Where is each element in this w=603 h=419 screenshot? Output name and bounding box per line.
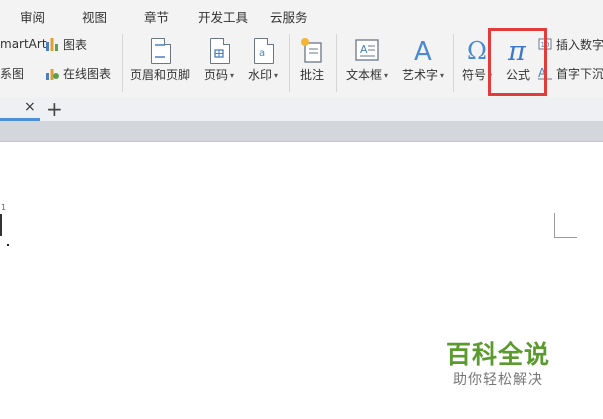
wordart-label: 艺术字 (401, 68, 438, 82)
add-tab-icon[interactable]: + (46, 97, 63, 121)
insert-number-label: 插入数字 (556, 37, 603, 52)
ribbon-tabs: 审阅 视图 章节 开发工具 云服务 (0, 0, 603, 30)
smartart-button[interactable]: martArt (0, 35, 47, 53)
comment-label: 批注 (299, 68, 324, 82)
watermark-logo-text: 百科全说 (446, 340, 551, 369)
wordart-icon: A (410, 36, 436, 67)
textbox-button[interactable]: A 文本框 ▾ (340, 34, 394, 92)
chevron-down-icon: ▾ (274, 71, 279, 80)
group-divider (122, 34, 123, 92)
svg-text:a: a (259, 48, 265, 59)
chevron-down-icon: ▾ (230, 71, 235, 80)
watermark-button[interactable]: a 水印 ▾ (242, 34, 284, 92)
svg-text:A: A (360, 43, 368, 56)
paragraph-dot (7, 244, 9, 246)
group-divider (453, 34, 454, 92)
tab-chapter[interactable]: 章节 (144, 7, 169, 26)
omega-icon: Ω (464, 36, 490, 65)
page-number-label: 页码 (203, 68, 228, 82)
close-icon[interactable]: × (24, 99, 36, 115)
smartart-label: martArt (0, 37, 47, 51)
tab-developer[interactable]: 开发工具 (198, 7, 248, 26)
relation-chart-label: 系图 (0, 66, 25, 81)
online-chart-button[interactable]: 在线图表 (45, 64, 111, 82)
ribbon: 审阅 视图 章节 开发工具 云服务 martArt 图表 系图 在线图表 页眉和… (0, 0, 603, 97)
symbol-label: 符号 (461, 68, 486, 82)
insert-number-button[interactable]: 10 插入数字 (538, 35, 603, 53)
chevron-down-icon: ▾ (384, 71, 389, 80)
page-number-marker: 1 (1, 203, 7, 212)
ruler-band (0, 121, 603, 142)
textbox-icon: A (354, 36, 380, 64)
relation-chart-button[interactable]: 系图 (0, 64, 24, 82)
chart-label: 图表 (63, 37, 88, 52)
chevron-down-icon: ▾ (440, 71, 445, 80)
comment-button[interactable]: 批注 (292, 34, 332, 92)
watermark-icon: a (250, 36, 276, 64)
group-divider (289, 34, 290, 92)
header-footer-label: 页眉和页脚 (129, 68, 190, 82)
text-cursor (0, 214, 2, 236)
document-tab-bar: × + (0, 97, 603, 121)
svg-text:A: A (414, 37, 432, 64)
watermark-label: 水印 (247, 68, 272, 82)
tab-view[interactable]: 视图 (82, 7, 107, 26)
dropcap-label: 首字下沉 (556, 66, 603, 81)
chart-button[interactable]: 图表 (45, 35, 87, 53)
tab-review[interactable]: 审阅 (20, 7, 45, 26)
watermark-subtitle: 助你轻松解决 (453, 372, 543, 388)
dropcap-button[interactable]: A 首字下沉 (538, 64, 603, 82)
header-footer-icon (147, 36, 173, 64)
group-divider (336, 34, 337, 92)
formula-highlight-box (488, 28, 547, 96)
tab-cloud[interactable]: 云服务 (270, 7, 308, 26)
svg-text:Ω: Ω (467, 37, 487, 64)
comment-icon (299, 36, 325, 64)
online-chart-icon (45, 66, 59, 80)
page-number-icon (206, 36, 232, 64)
page-number-button[interactable]: 页码 ▾ (196, 34, 242, 92)
online-chart-label: 在线图表 (63, 66, 112, 81)
header-footer-button[interactable]: 页眉和页脚 (128, 34, 192, 92)
bar-chart-icon (45, 37, 59, 51)
wordart-button[interactable]: A 艺术字 ▾ (396, 34, 450, 92)
margin-corner-mark (554, 213, 577, 238)
textbox-label: 文本框 (345, 68, 382, 82)
